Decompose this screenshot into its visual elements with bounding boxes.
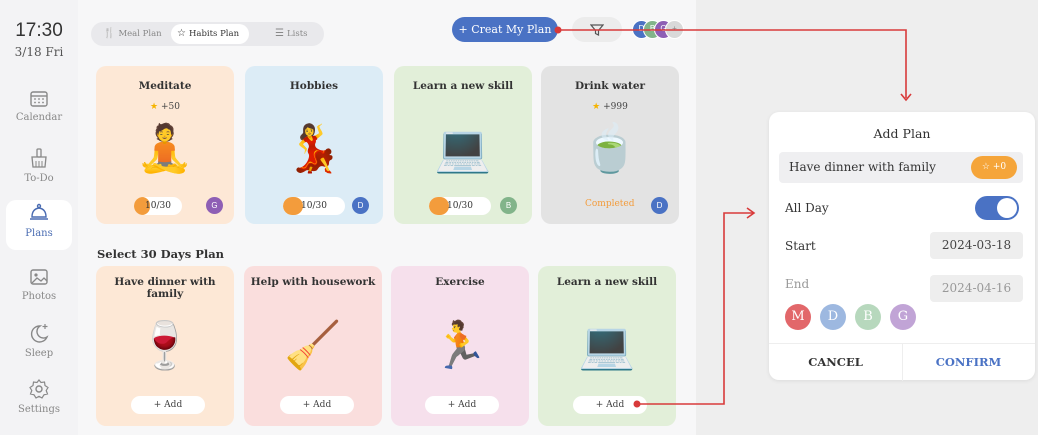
sidebar-item-label: Photos <box>21 291 57 302</box>
card-title: Meditate <box>138 80 192 92</box>
plan-card-learn-skill[interactable]: Learn a new skill 💻 + Add <box>538 266 676 426</box>
card-title: Have dinner with family <box>114 276 216 300</box>
runner-emoji-icon: 🏃 <box>431 318 489 372</box>
section-title: Select 30 Days Plan <box>97 247 225 261</box>
filter-button[interactable] <box>572 17 622 42</box>
meditate-emoji-icon: 🧘 <box>136 121 194 175</box>
progress-text: 10/30 <box>145 201 171 211</box>
progress-pill: 10/30 <box>283 197 345 215</box>
laptop-emoji-icon: 💻 <box>434 121 492 175</box>
sidebar-item-label: Sleep <box>24 348 54 359</box>
all-day-label: All Day <box>785 201 829 215</box>
member-badge: D <box>651 197 668 214</box>
sidebar-item-photos[interactable]: Photos <box>6 265 72 323</box>
points-label: ★ +50 <box>150 102 180 112</box>
member-badge: D <box>352 197 369 214</box>
add-member-icon[interactable]: + <box>665 20 684 39</box>
wine-emoji-icon: 🍷 <box>136 318 194 372</box>
end-date-field[interactable]: 2024-04-16 <box>930 275 1023 302</box>
habit-card-meditate[interactable]: Meditate ★ +50 🧘 10/30 G <box>96 66 234 224</box>
fork-knife-icon: 🍴 <box>103 28 116 39</box>
plan-name-value: Have dinner with family <box>789 160 936 174</box>
cancel-button[interactable]: CANCEL <box>769 344 902 381</box>
card-title: Hobbies <box>289 80 339 92</box>
habit-card-hobbies[interactable]: Hobbies 💃 10/30 D <box>245 66 383 224</box>
sidebar-item-label: Calendar <box>15 112 63 123</box>
member-avatar-g[interactable]: G <box>890 304 916 330</box>
create-plan-button[interactable]: + Creat My Plan <box>452 17 558 42</box>
tea-emoji-icon: 🍵 <box>581 121 639 175</box>
progress-pill: 10/30 <box>134 197 182 215</box>
card-title: Learn a new skill <box>556 276 658 288</box>
toggle-knob <box>997 198 1017 218</box>
progress-text: 10/30 <box>447 201 473 211</box>
points-label: ★ +999 <box>592 102 628 112</box>
member-avatar-d[interactable]: D <box>820 304 846 330</box>
star-icon: ★ <box>150 102 159 112</box>
habit-card-learn-skill[interactable]: Learn a new skill 💻 10/30 B <box>394 66 532 224</box>
sidebar-item-label: Plans <box>25 228 53 239</box>
sidebar-item-label: To-Do <box>24 173 54 184</box>
star-icon: ★ <box>592 102 601 112</box>
panel-footer: CANCEL CONFIRM <box>769 343 1035 381</box>
list-icon: ☰ <box>275 28 284 39</box>
add-plan-panel: Add Plan Have dinner with family ☆ +0 Al… <box>769 112 1035 381</box>
card-title: Help with housework <box>250 276 376 288</box>
progress-pill: 10/30 <box>429 197 491 215</box>
laptop-emoji-icon: 💻 <box>578 318 636 372</box>
add-plan-button[interactable]: + Add <box>280 396 354 414</box>
panel-title: Add Plan <box>873 126 931 141</box>
add-plan-button[interactable]: + Add <box>425 396 499 414</box>
card-title: Learn a new skill <box>412 80 514 92</box>
card-title: Drink water <box>574 80 646 92</box>
add-plan-button[interactable]: + Add <box>573 396 647 414</box>
tab-lists[interactable]: ☰ Lists <box>269 24 319 44</box>
filter-icon <box>590 24 604 36</box>
points-selector[interactable]: ☆ +0 <box>971 156 1017 179</box>
confirm-button[interactable]: CONFIRM <box>902 344 1035 381</box>
star-icon: ☆ <box>981 162 990 172</box>
plan-name-field[interactable]: Have dinner with family ☆ +0 <box>779 152 1023 183</box>
sidebar-item-sleep[interactable]: Sleep <box>6 320 72 378</box>
member-badge: G <box>206 197 223 214</box>
clock-date: 3/18 Fri <box>14 45 64 59</box>
broom-emoji-icon: 🧹 <box>284 318 342 372</box>
add-plan-button[interactable]: + Add <box>131 396 205 414</box>
tab-habits-plan[interactable]: ☆ Habits Plan <box>171 24 249 44</box>
moon-icon <box>30 324 49 343</box>
sidebar-item-todo[interactable]: To-Do <box>6 145 72 203</box>
sidebar-item-label: Settings <box>18 404 60 415</box>
gear-icon <box>29 379 49 399</box>
image-icon <box>30 269 48 285</box>
family-avatars[interactable]: D B G + <box>632 20 692 40</box>
completed-status: Completed <box>585 199 635 209</box>
member-badge: B <box>500 197 517 214</box>
all-day-toggle[interactable] <box>975 196 1019 220</box>
clock-time: 17:30 <box>15 20 63 41</box>
sidebar-item-calendar[interactable]: Calendar <box>6 86 72 144</box>
plan-tabs: 🍴 Meal Plan ☆ Habits Plan ☰ Lists <box>91 22 324 46</box>
habit-card-drink-water[interactable]: Drink water ★ +999 🍵 Completed D <box>541 66 679 224</box>
plan-card-dinner[interactable]: Have dinner with family 🍷 + Add <box>96 266 234 426</box>
card-title: Exercise <box>435 276 485 288</box>
member-avatar-b[interactable]: B <box>855 304 881 330</box>
plan-card-exercise[interactable]: Exercise 🏃 + Add <box>391 266 529 426</box>
calendar-icon <box>30 91 48 107</box>
sidebar: 17:30 3/18 Fri Calendar To-Do Plans Phot… <box>0 0 78 435</box>
star-icon: ☆ <box>177 28 186 39</box>
member-avatar-m[interactable]: M <box>785 304 811 330</box>
progress-text: 10/30 <box>301 201 327 211</box>
dancer-emoji-icon: 💃 <box>285 121 343 175</box>
sidebar-item-settings[interactable]: Settings <box>6 376 72 434</box>
bell-icon <box>30 203 48 220</box>
start-label: Start <box>785 239 816 253</box>
end-label: End <box>785 277 810 291</box>
tab-meal-plan[interactable]: 🍴 Meal Plan <box>97 24 162 44</box>
plan-card-housework[interactable]: Help with housework 🧹 + Add <box>244 266 382 426</box>
start-date-field[interactable]: 2024-03-18 <box>930 232 1023 259</box>
cleaning-icon <box>31 148 47 168</box>
sidebar-item-plans[interactable]: Plans <box>6 200 72 250</box>
